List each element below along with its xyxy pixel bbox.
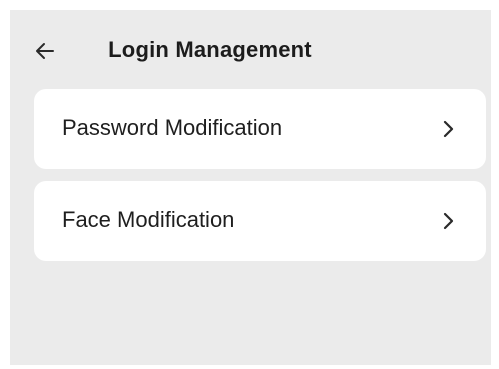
page-title: Login Management	[108, 37, 312, 62]
login-management-screen: Login Management Password Modification F…	[10, 10, 491, 365]
chevron-right-icon	[443, 120, 454, 138]
menu-item-label: Password Modification	[62, 115, 283, 140]
chevron-right-icon	[443, 212, 454, 230]
password-modification-item[interactable]: Password Modification	[34, 89, 486, 169]
menu-item-label: Face Modification	[62, 207, 235, 232]
header: Login Management	[10, 10, 491, 90]
face-modification-item[interactable]: Face Modification	[34, 181, 486, 261]
